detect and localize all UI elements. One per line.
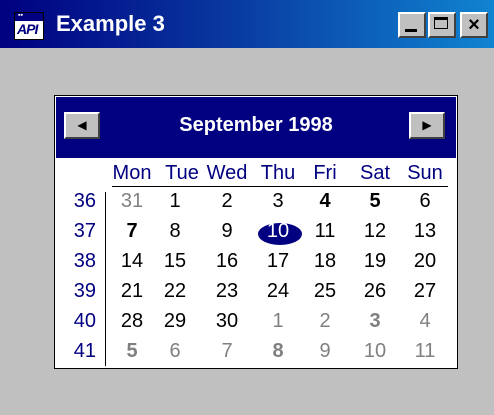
calendar-header: ◀ September 1998 ▶ xyxy=(56,97,456,158)
day-cell[interactable]: 29 xyxy=(150,310,200,333)
day-of-week-sun: Sun xyxy=(407,162,443,184)
day-cell[interactable]: 1 xyxy=(253,310,303,333)
day-cell[interactable]: 3 xyxy=(253,190,303,213)
day-of-week-thu: Thu xyxy=(260,162,296,184)
day-cell[interactable]: 30 xyxy=(202,310,252,333)
maximize-button[interactable] xyxy=(428,12,456,38)
day-cell[interactable]: 19 xyxy=(350,250,400,273)
day-cell[interactable]: 9 xyxy=(300,340,350,363)
day-cell[interactable]: 12 xyxy=(350,220,400,243)
day-cell[interactable]: 11 xyxy=(400,340,450,363)
day-cell[interactable]: 11 xyxy=(300,220,350,243)
week-number-divider xyxy=(105,192,106,366)
header-divider xyxy=(112,186,448,187)
day-cell[interactable]: 23 xyxy=(202,280,252,303)
day-cell[interactable]: 25 xyxy=(300,280,350,303)
day-of-week-sat: Sat xyxy=(359,162,391,184)
day-cell[interactable]: 17 xyxy=(253,250,303,273)
week-number: 41 xyxy=(73,340,96,362)
day-cell[interactable]: 20 xyxy=(400,250,450,273)
day-of-week-mon: Mon xyxy=(112,162,152,184)
day-cell[interactable]: 9 xyxy=(202,220,252,243)
day-cell[interactable]: 10 xyxy=(350,340,400,363)
day-cell[interactable]: 3 xyxy=(350,310,400,333)
minimize-button[interactable] xyxy=(398,12,426,38)
arrow-right-icon: ▶ xyxy=(422,118,432,132)
close-icon: × xyxy=(468,14,480,36)
day-of-week-wed: Wed xyxy=(206,162,248,184)
close-button[interactable]: × xyxy=(460,12,488,38)
week-number: 37 xyxy=(73,220,96,242)
app-window: ▪▪ API Example 3 × ◀ September 1998 ▶ Mo… xyxy=(0,0,494,415)
day-cell[interactable]: 24 xyxy=(253,280,303,303)
day-cell-selected[interactable]: 10 xyxy=(253,220,303,243)
day-cell[interactable]: 2 xyxy=(202,190,252,213)
week-number: 38 xyxy=(73,250,96,272)
app-icon[interactable]: ▪▪ API xyxy=(14,12,44,40)
week-number: 36 xyxy=(73,190,96,212)
app-icon-logo: API xyxy=(17,21,38,37)
window-title: Example 3 xyxy=(56,11,165,36)
day-cell[interactable]: 2 xyxy=(300,310,350,333)
day-cell[interactable]: 15 xyxy=(150,250,200,273)
day-cell[interactable]: 6 xyxy=(400,190,450,213)
day-of-week-tue: Tue xyxy=(165,162,199,184)
day-cell[interactable]: 18 xyxy=(300,250,350,273)
next-month-button[interactable]: ▶ xyxy=(409,112,445,139)
title-bar[interactable]: ▪▪ API Example 3 × xyxy=(0,0,494,48)
day-cell[interactable]: 7 xyxy=(202,340,252,363)
day-cell[interactable]: 6 xyxy=(150,340,200,363)
maximize-icon xyxy=(430,14,454,36)
day-cell[interactable]: 1 xyxy=(150,190,200,213)
day-cell[interactable]: 26 xyxy=(350,280,400,303)
minimize-icon xyxy=(400,14,424,36)
app-icon-glyph: ▪▪ xyxy=(18,12,23,19)
week-number: 40 xyxy=(73,310,96,332)
day-cell[interactable]: 5 xyxy=(350,190,400,213)
day-cell[interactable]: 4 xyxy=(400,310,450,333)
day-cell[interactable]: 4 xyxy=(300,190,350,213)
day-cell[interactable]: 8 xyxy=(150,220,200,243)
day-cell[interactable]: 16 xyxy=(202,250,252,273)
month-title[interactable]: September 1998 xyxy=(56,114,456,137)
day-cell[interactable]: 22 xyxy=(150,280,200,303)
day-cell[interactable]: 13 xyxy=(400,220,450,243)
day-of-week-fri: Fri xyxy=(313,162,337,184)
week-number: 39 xyxy=(73,280,96,302)
day-cell[interactable]: 8 xyxy=(253,340,303,363)
day-cell[interactable]: 27 xyxy=(400,280,450,303)
